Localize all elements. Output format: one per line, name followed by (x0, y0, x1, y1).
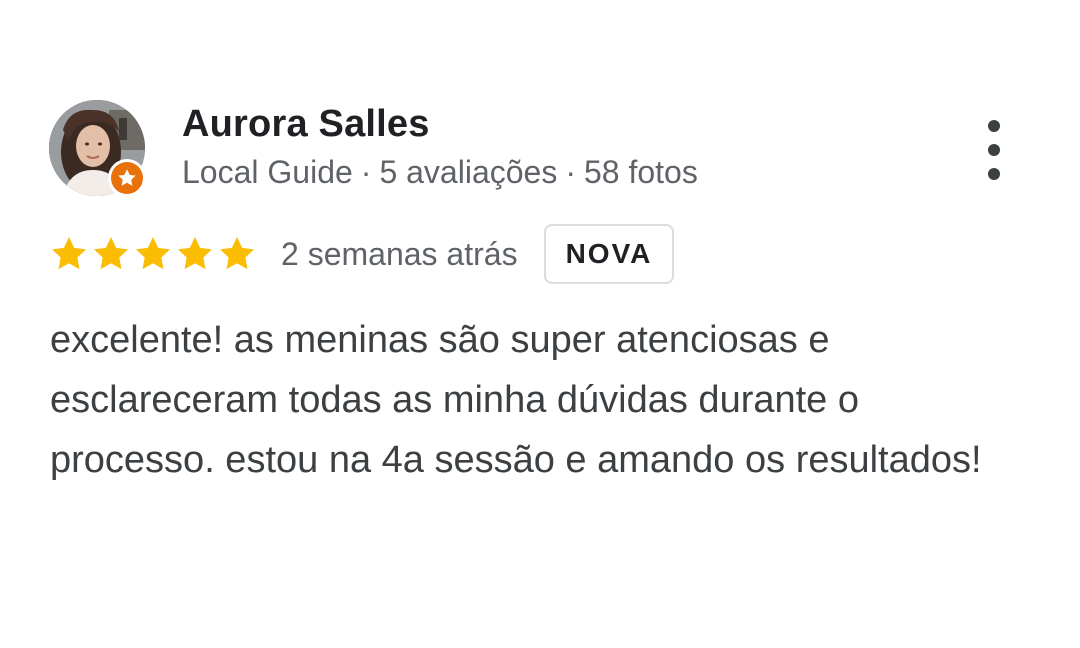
star-rating (49, 234, 257, 274)
more-options-button[interactable] (976, 120, 1012, 180)
star-icon (220, 237, 254, 270)
reviewer-meta[interactable]: Local Guide · 5 avaliações · 58 fotos (182, 152, 698, 192)
star-icon (136, 237, 170, 270)
local-guide-badge (108, 159, 146, 197)
new-badge: NOVA (543, 224, 675, 284)
star-icon (94, 237, 128, 270)
more-vert-icon (988, 120, 1000, 132)
review-card: Aurora Salles Local Guide · 5 avaliações · 5… (0, 0, 1080, 648)
review-date: 2 semanas atrás (281, 236, 518, 272)
meta-separator: · (565, 154, 576, 190)
star-icon (118, 169, 136, 186)
reviewer-photos-count: 58 fotos (583, 154, 698, 190)
review-text: excelente! as meninas são super atencios… (50, 319, 982, 481)
star-icon (52, 237, 86, 270)
star-icon (178, 237, 212, 270)
reviewer-level: Local Guide (182, 154, 353, 190)
meta-separator: · (360, 154, 372, 190)
reviewer-reviews-count: 5 avaliações (379, 154, 558, 190)
rating-row: 2 semanas atrás NOVA (49, 222, 675, 286)
reviewer-name[interactable]: Aurora Salles (182, 102, 430, 146)
